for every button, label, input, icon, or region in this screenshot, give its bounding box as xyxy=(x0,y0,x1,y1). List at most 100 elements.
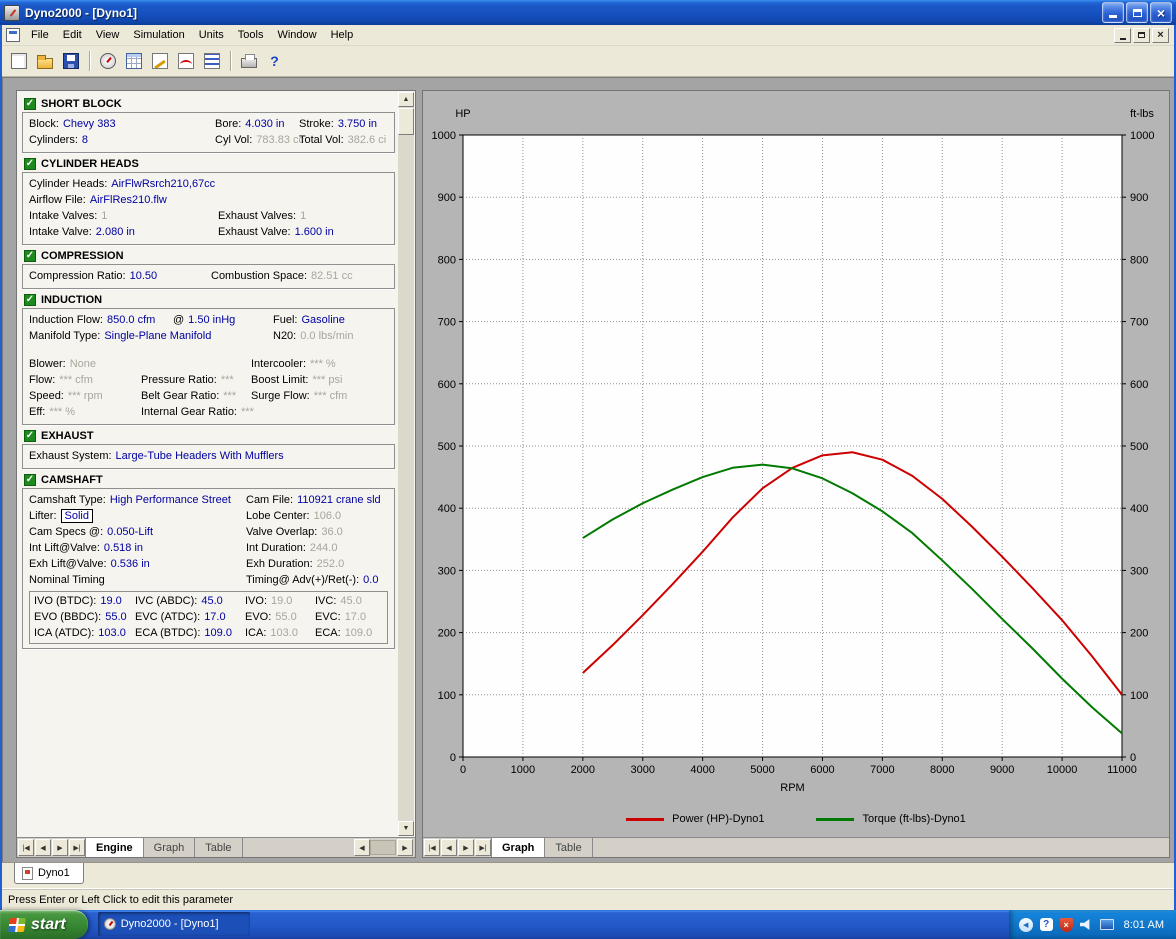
value-induction-flow[interactable]: 850.0 cfm xyxy=(107,314,155,326)
value-ivo[interactable]: 19.0 xyxy=(271,595,292,607)
hscroll-track[interactable] xyxy=(370,840,396,855)
value-evo[interactable]: 55.0 xyxy=(275,611,296,623)
value-[interactable]: 1.50 inHg xyxy=(188,314,235,326)
value-eca[interactable]: 109.0 xyxy=(345,627,373,639)
value-evo-bbdc[interactable]: 55.0 xyxy=(105,611,126,623)
next-tab-button[interactable]: ▶ xyxy=(52,839,68,856)
value-cylinder-heads[interactable]: AirFlwRsrch210,67cc xyxy=(111,178,215,190)
value-exhaust-system[interactable]: Large-Tube Headers With Mufflers xyxy=(116,450,284,462)
dyno-test-button[interactable] xyxy=(95,49,120,74)
cylinder-heads-checkbox[interactable] xyxy=(24,158,36,170)
value-valve-overlap[interactable]: 36.0 xyxy=(321,526,342,538)
mdi-close-button[interactable]: × xyxy=(1152,28,1169,43)
help-notification-icon[interactable] xyxy=(1040,918,1053,931)
value-belt-gear-ratio[interactable]: *** xyxy=(223,390,236,402)
tab-engine[interactable]: Engine xyxy=(85,838,144,857)
value-total-vol[interactable]: 382.6 ci xyxy=(348,134,387,146)
value-manifold-type[interactable]: Single-Plane Manifold xyxy=(104,330,211,342)
tab-dyno1[interactable]: Dyno1 xyxy=(14,863,84,884)
value-ivc[interactable]: 45.0 xyxy=(340,595,361,607)
last-tab-button[interactable]: ▶| xyxy=(69,839,85,856)
value-compression-ratio[interactable]: 10.50 xyxy=(130,270,158,282)
minimize-button[interactable] xyxy=(1102,2,1124,23)
menu-help[interactable]: Help xyxy=(324,27,361,43)
value-fuel[interactable]: Gasoline xyxy=(301,314,344,326)
value-flow[interactable]: *** cfm xyxy=(59,374,93,386)
value-eff[interactable]: *** % xyxy=(49,406,75,418)
value-blower[interactable]: None xyxy=(70,358,96,370)
mdi-restore-button[interactable] xyxy=(1133,28,1150,43)
value-intake-valves[interactable]: 1 xyxy=(101,210,107,222)
value-evc[interactable]: 17.0 xyxy=(345,611,366,623)
scroll-down-button[interactable] xyxy=(398,821,414,836)
mdi-minimize-button[interactable] xyxy=(1114,28,1131,43)
value-bore[interactable]: 4.030 in xyxy=(245,118,284,130)
document-icon[interactable] xyxy=(6,28,20,42)
value-airflow-file[interactable]: AirFlRes210.flw xyxy=(90,194,167,206)
value-timing-adv-ret[interactable]: 0.0 xyxy=(363,574,378,586)
value-cam-file[interactable]: 110921 crane sld xyxy=(297,494,381,506)
value-boost-limit[interactable]: *** psi xyxy=(312,374,342,386)
value-ica[interactable]: 103.0 xyxy=(270,627,298,639)
value-cam-specs[interactable]: 0.050-Lift xyxy=(107,526,153,538)
start-button[interactable]: start xyxy=(0,910,88,939)
prev-tab-button[interactable]: ◀ xyxy=(35,839,51,856)
first-tab-button[interactable]: |◀ xyxy=(424,839,440,856)
power-graph-button[interactable] xyxy=(173,49,198,74)
menu-file[interactable]: File xyxy=(24,27,56,43)
tab-table[interactable]: Table xyxy=(545,838,592,857)
prev-tab-button[interactable]: ◀ xyxy=(441,839,457,856)
last-tab-button[interactable]: ▶| xyxy=(475,839,491,856)
value-lobe-center[interactable]: 106.0 xyxy=(314,510,342,522)
first-tab-button[interactable]: |◀ xyxy=(18,839,34,856)
short-block-checkbox[interactable] xyxy=(24,98,36,110)
open-file-button[interactable] xyxy=(32,49,57,74)
value-intake-valve[interactable]: 2.080 in xyxy=(96,226,135,238)
value-ivo-btdc[interactable]: 19.0 xyxy=(100,595,121,607)
edit-parameters-button[interactable] xyxy=(147,49,172,74)
induction-checkbox[interactable] xyxy=(24,294,36,306)
value-lifter[interactable]: Solid xyxy=(61,509,93,523)
network-icon[interactable] xyxy=(1100,919,1114,930)
value-speed[interactable]: *** rpm xyxy=(68,390,103,402)
taskbar-app-button[interactable]: Dyno2000 - [Dyno1] xyxy=(98,912,250,936)
volume-icon[interactable] xyxy=(1080,919,1093,931)
tab-table[interactable]: Table xyxy=(195,838,242,857)
menu-tools[interactable]: Tools xyxy=(231,27,271,43)
compression-checkbox[interactable] xyxy=(24,250,36,262)
scrollbar-thumb[interactable] xyxy=(398,108,414,135)
help-button[interactable] xyxy=(262,49,287,74)
menu-edit[interactable]: Edit xyxy=(56,27,89,43)
hscroll-right-button[interactable]: ▶ xyxy=(397,839,413,856)
value-stroke[interactable]: 3.750 in xyxy=(338,118,377,130)
value-intercooler[interactable]: *** % xyxy=(310,358,336,370)
value-exhaust-valves[interactable]: 1 xyxy=(300,210,306,222)
close-button[interactable]: × xyxy=(1150,2,1172,23)
menu-view[interactable]: View xyxy=(89,27,127,43)
value-camshaft-type[interactable]: High Performance Street xyxy=(110,494,231,506)
restore-button[interactable] xyxy=(1126,2,1148,23)
value-cylinders[interactable]: 8 xyxy=(82,134,88,146)
print-button[interactable] xyxy=(236,49,261,74)
next-tab-button[interactable]: ▶ xyxy=(458,839,474,856)
value-n20[interactable]: 0.0 lbs/min xyxy=(300,330,353,342)
iteration-tool-button[interactable] xyxy=(199,49,224,74)
hidden-icons-chevron-icon[interactable] xyxy=(1019,918,1033,932)
tab-graph[interactable]: Graph xyxy=(491,838,545,857)
exhaust-checkbox[interactable] xyxy=(24,430,36,442)
value-int-lift-valve[interactable]: 0.518 in xyxy=(104,542,143,554)
menu-units[interactable]: Units xyxy=(192,27,231,43)
value-exhaust-valve[interactable]: 1.600 in xyxy=(295,226,334,238)
value-surge-flow[interactable]: *** cfm xyxy=(314,390,348,402)
security-alert-icon[interactable] xyxy=(1060,918,1073,932)
menu-simulation[interactable]: Simulation xyxy=(126,27,191,43)
value-cyl-vol[interactable]: 783.83 cc xyxy=(256,134,304,146)
save-file-button[interactable] xyxy=(58,49,83,74)
value-exh-lift-valve[interactable]: 0.536 in xyxy=(111,558,150,570)
value-pressure-ratio[interactable]: *** xyxy=(221,374,234,386)
data-table-button[interactable] xyxy=(121,49,146,74)
value-ica-atdc[interactable]: 103.0 xyxy=(98,627,126,639)
value-evc-atdc[interactable]: 17.0 xyxy=(204,611,225,623)
vertical-scrollbar[interactable] xyxy=(398,92,414,836)
hscroll-left-button[interactable]: ◀ xyxy=(354,839,370,856)
